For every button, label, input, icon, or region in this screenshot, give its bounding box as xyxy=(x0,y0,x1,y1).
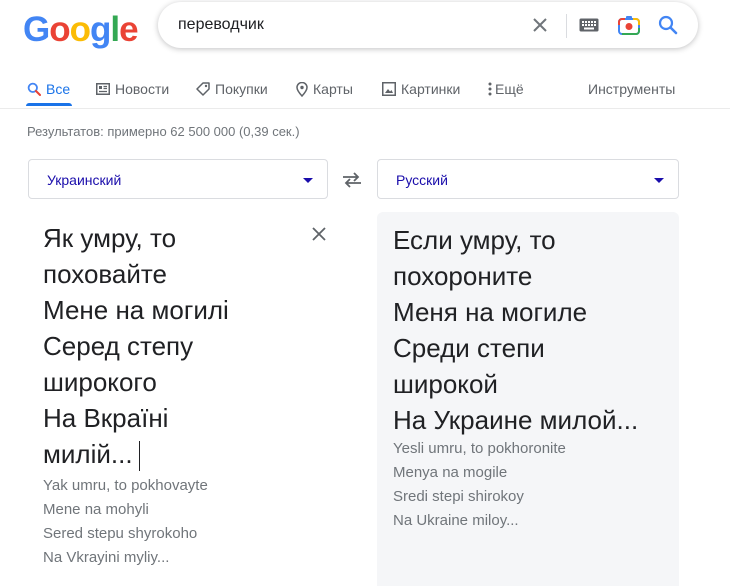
translit-line: Menya na mogile xyxy=(393,464,508,481)
logo-letter: o xyxy=(49,10,70,49)
search-icon xyxy=(27,82,41,96)
camera-icon xyxy=(618,16,640,35)
keyboard-icon xyxy=(579,18,599,32)
target-text: Если умру, то похороните Меня на могиле … xyxy=(393,222,663,438)
logo-letter: o xyxy=(69,10,91,49)
source-line: Серед степу xyxy=(43,331,194,361)
translit-line: Sered stepu shyrokoho xyxy=(43,525,198,542)
search-box xyxy=(158,2,698,48)
translit-line: Na Ukraine miloy... xyxy=(393,512,519,529)
logo-letter: G xyxy=(23,10,50,49)
tab-label: Покупки xyxy=(215,81,268,97)
tab-label: Новости xyxy=(115,81,170,97)
target-language-select[interactable]: Русский xyxy=(377,159,679,199)
tab-label: Все xyxy=(46,81,71,97)
source-line: широкого xyxy=(43,367,157,397)
tools-label: Инструменты xyxy=(588,81,676,97)
clear-source-button[interactable] xyxy=(311,226,329,244)
target-language-label: Русский xyxy=(396,172,448,188)
search-icon xyxy=(658,15,678,35)
source-transliteration: Yak umru, to pokhovayte Mene na mohyli S… xyxy=(43,474,208,570)
source-language-select[interactable]: Украинский xyxy=(28,159,328,199)
target-line: Меня на могиле xyxy=(393,297,588,327)
active-tab-indicator xyxy=(26,103,72,106)
image-search-button[interactable] xyxy=(617,13,641,37)
search-submit-button[interactable] xyxy=(656,13,680,37)
target-line: На Украине милой... xyxy=(393,405,639,435)
tag-icon xyxy=(196,82,210,96)
tab-news[interactable]: Новости xyxy=(96,70,169,108)
source-line: милій... xyxy=(43,439,133,469)
translit-line: Mene na mohyli xyxy=(43,501,149,518)
tab-label: Карты xyxy=(313,81,353,97)
results-count: Результатов: примерно 62 500 000 (0,39 с… xyxy=(27,124,300,139)
target-line: похороните xyxy=(393,261,533,291)
translit-line: Sredi stepi shirokoy xyxy=(393,488,524,505)
source-text-area[interactable]: Як умру, то поховайте Мене на могилі Сер… xyxy=(28,212,328,586)
image-icon xyxy=(382,82,396,96)
clear-search-button[interactable] xyxy=(528,13,552,37)
source-line: Як умру, то xyxy=(43,223,177,253)
tab-label: Ещё xyxy=(495,81,524,97)
tab-more[interactable]: Ещё xyxy=(488,70,524,108)
translation-output: Если умру, то похороните Меня на могиле … xyxy=(377,212,679,586)
tab-label: Картинки xyxy=(401,81,461,97)
search-input[interactable] xyxy=(178,14,508,36)
source-language-label: Украинский xyxy=(47,172,122,188)
more-vertical-icon xyxy=(488,82,492,96)
keyboard-button[interactable] xyxy=(577,13,601,37)
swap-languages-button[interactable] xyxy=(340,169,364,191)
target-line: широкой xyxy=(393,369,498,399)
news-icon xyxy=(96,83,110,95)
translit-line: Yak umru, to pokhovayte xyxy=(43,477,208,494)
search-tabs: Все Новости Покупки Карты Картинки Ещё И… xyxy=(0,70,730,108)
logo-letter: e xyxy=(119,10,138,49)
logo-letter: g xyxy=(90,10,111,49)
source-line: Мене на могилі xyxy=(43,295,229,325)
close-icon xyxy=(312,227,326,241)
translit-line: Na Vkrayini myliy... xyxy=(43,549,170,566)
chevron-down-icon xyxy=(654,178,664,183)
swap-icon xyxy=(343,172,361,188)
google-logo[interactable]: Google xyxy=(23,10,139,49)
tabs-divider xyxy=(0,108,730,109)
source-text: Як умру, то поховайте Мене на могилі Сер… xyxy=(43,220,313,472)
target-line: Если умру, то xyxy=(393,225,556,255)
chevron-down-icon xyxy=(303,178,313,183)
text-cursor xyxy=(138,441,140,472)
source-line: На Вкраїні xyxy=(43,403,169,433)
search-divider xyxy=(566,14,567,38)
tab-maps[interactable]: Карты xyxy=(296,70,353,108)
tools-button[interactable]: Инструменты xyxy=(588,70,675,108)
logo-letter: l xyxy=(110,10,120,49)
translit-line: Yesli umru, to pokhoronite xyxy=(393,440,566,457)
tab-images[interactable]: Картинки xyxy=(382,70,460,108)
map-pin-icon xyxy=(296,81,308,97)
close-icon xyxy=(533,18,547,32)
target-transliteration: Yesli umru, to pokhoronite Menya na mogi… xyxy=(393,437,566,533)
source-line: поховайте xyxy=(43,259,167,289)
tab-shopping[interactable]: Покупки xyxy=(196,70,268,108)
target-line: Среди степи xyxy=(393,333,545,363)
